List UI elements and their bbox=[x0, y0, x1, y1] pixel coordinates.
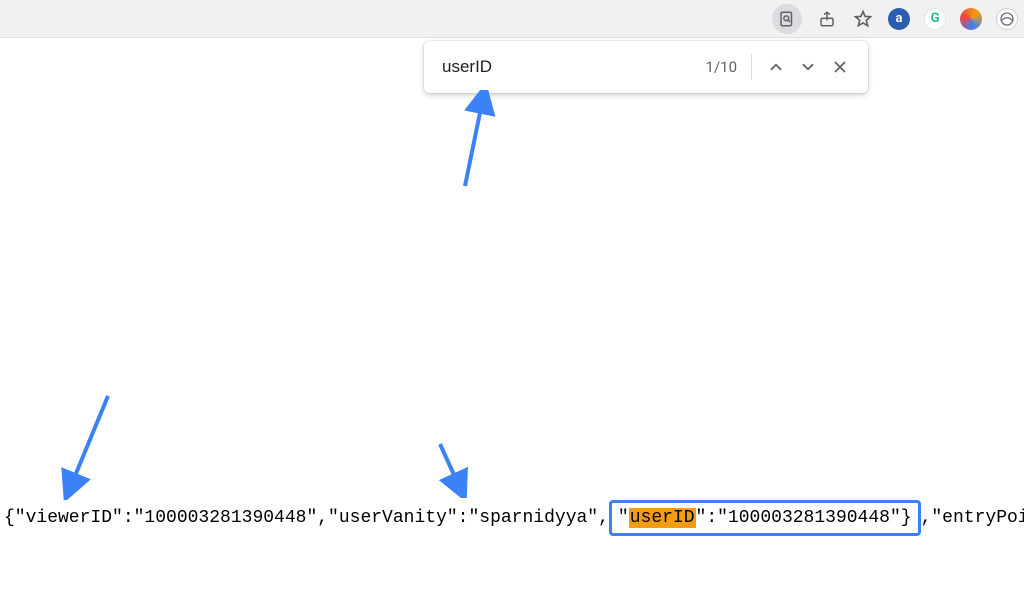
find-in-page-icon[interactable] bbox=[772, 4, 802, 34]
find-next-button[interactable] bbox=[792, 51, 824, 83]
extension-e[interactable] bbox=[996, 8, 1018, 30]
page-source-text: {"viewerID":"100003281390448","userVanit… bbox=[0, 500, 1024, 536]
extension-grammarly[interactable]: G bbox=[924, 8, 946, 30]
annotation-arrow-left bbox=[50, 390, 120, 500]
annotation-arrow-mid bbox=[430, 438, 480, 498]
code-segment: ":"100003281390448"} bbox=[696, 508, 912, 528]
code-segment: " bbox=[618, 508, 629, 528]
code-segment: {"viewerID":"100003281390448","userVanit… bbox=[4, 508, 609, 528]
annotation-arrow-top bbox=[447, 90, 507, 190]
find-close-button[interactable] bbox=[824, 51, 856, 83]
highlighted-userid-box: "userID":"100003281390448"} bbox=[609, 500, 921, 536]
extension-a[interactable]: a bbox=[888, 8, 910, 30]
browser-toolbar: a G bbox=[0, 0, 1024, 38]
share-icon[interactable] bbox=[816, 8, 838, 30]
find-prev-button[interactable] bbox=[760, 51, 792, 83]
extension-letter: G bbox=[931, 11, 940, 26]
separator bbox=[751, 54, 752, 80]
extension-similarweb[interactable] bbox=[960, 8, 982, 30]
extension-letter: a bbox=[896, 11, 903, 26]
code-segment: ,"entryPoint":{"__dr" bbox=[921, 508, 1024, 528]
find-input[interactable] bbox=[442, 57, 698, 77]
find-match-count: 1/10 bbox=[706, 58, 737, 76]
star-icon[interactable] bbox=[852, 8, 874, 30]
find-in-page-bar: 1/10 bbox=[424, 41, 868, 93]
find-match-highlight: userID bbox=[629, 508, 696, 528]
